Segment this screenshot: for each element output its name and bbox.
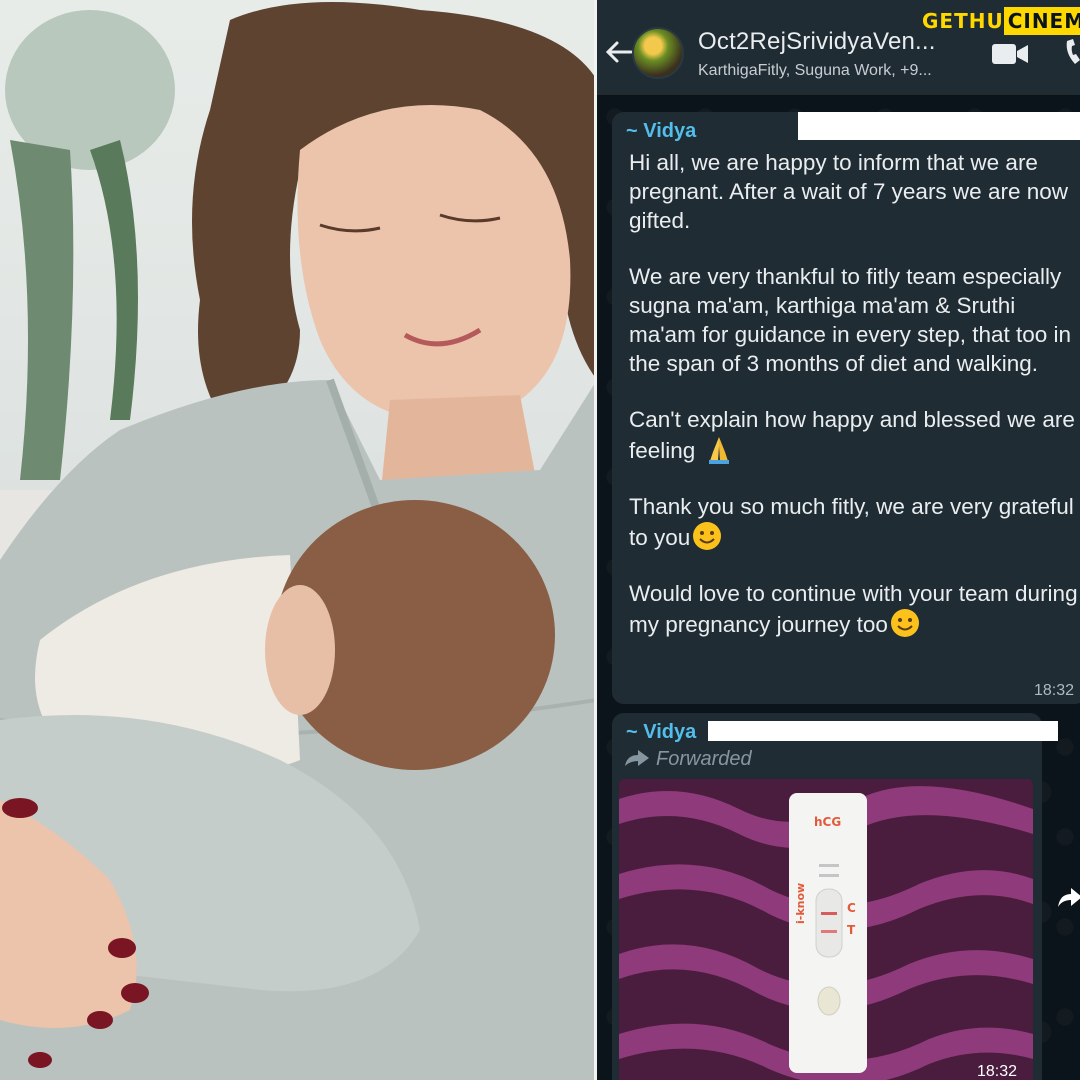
group-members[interactable]: KarthigaFitly, Suguna Work, +9...	[698, 62, 932, 80]
chat-screen: Oct2RejSrividyaVen... KarthigaFitly, Sug…	[597, 0, 1080, 1080]
pregnancy-test-image[interactable]: hCG i-know C T 18:32	[619, 779, 1033, 1080]
share-icon[interactable]	[1057, 885, 1080, 911]
test-line	[821, 930, 837, 933]
message-bubble[interactable]: ~ Vidya Forwarded hCG i-know C T 18:32	[612, 713, 1058, 1080]
result-window	[815, 888, 843, 958]
redacted-number	[708, 721, 1058, 741]
nail	[87, 1011, 113, 1029]
mother-baby-photo	[0, 0, 597, 1080]
watermark-part1: GETHU	[922, 9, 1004, 33]
strip-line	[819, 874, 839, 877]
message-paragraph: Would love to continue with your team du…	[629, 579, 1079, 639]
sample-well	[817, 986, 841, 1016]
message-paragraph: We are very thankful to fitly team espec…	[629, 264, 1072, 376]
voice-call-icon[interactable]	[1063, 38, 1080, 68]
smiling-face-emoji	[890, 609, 919, 637]
back-arrow-icon[interactable]	[603, 38, 635, 66]
c-mark: C	[847, 901, 856, 915]
group-avatar[interactable]	[632, 27, 684, 79]
t-mark: T	[847, 923, 856, 937]
control-line	[821, 912, 837, 915]
smiling-face-emoji	[693, 522, 722, 550]
nail	[121, 983, 149, 1003]
message-paragraph-text: Would love to continue with your team du…	[629, 581, 1078, 637]
baby-ear	[265, 585, 335, 715]
message-time: 18:32	[977, 1063, 1018, 1080]
group-name[interactable]: Oct2RejSrividyaVen...	[698, 28, 936, 56]
forwarded-text: Forwarded	[656, 748, 752, 770]
forwarded-label: Forwarded	[624, 748, 752, 771]
test-photo-illustration: hCG i-know C T	[619, 786, 1033, 1080]
folded-hands-emoji	[708, 437, 729, 464]
photo-illustration	[0, 2, 597, 1080]
message-paragraph: Can't explain how happy and blessed we a…	[629, 405, 1079, 465]
message-time: 18:32	[1034, 682, 1075, 699]
redacted-number	[798, 112, 1080, 140]
test-brand: i-know	[794, 883, 807, 924]
face	[297, 105, 571, 423]
forward-icon	[625, 750, 649, 766]
nail	[2, 798, 38, 818]
plant-stem	[90, 140, 138, 420]
message-paragraph: Hi all, we are happy to inform that we a…	[629, 150, 1068, 233]
sender-name: ~ Vidya	[626, 120, 697, 142]
watermark-logo: GETHUCINEMA	[918, 6, 1080, 36]
message-bubble[interactable]: ~ Vidya Hi all, we are happy to inform t…	[612, 112, 1080, 704]
nail	[28, 1052, 52, 1068]
plant-stem	[10, 140, 74, 480]
message-text: Hi all, we are happy to inform that we a…	[629, 148, 1079, 666]
watermark-part2: CINEMA	[1003, 7, 1080, 35]
test-label: hCG	[814, 815, 841, 829]
nail	[108, 938, 136, 958]
message-paragraph-text: Can't explain how happy and blessed we a…	[629, 407, 1075, 463]
message-paragraph: Thank you so much fitly, we are very gra…	[629, 492, 1079, 552]
sender-name: ~ Vidya	[626, 721, 697, 743]
video-call-icon[interactable]	[991, 41, 1029, 67]
strip-line	[819, 864, 839, 867]
